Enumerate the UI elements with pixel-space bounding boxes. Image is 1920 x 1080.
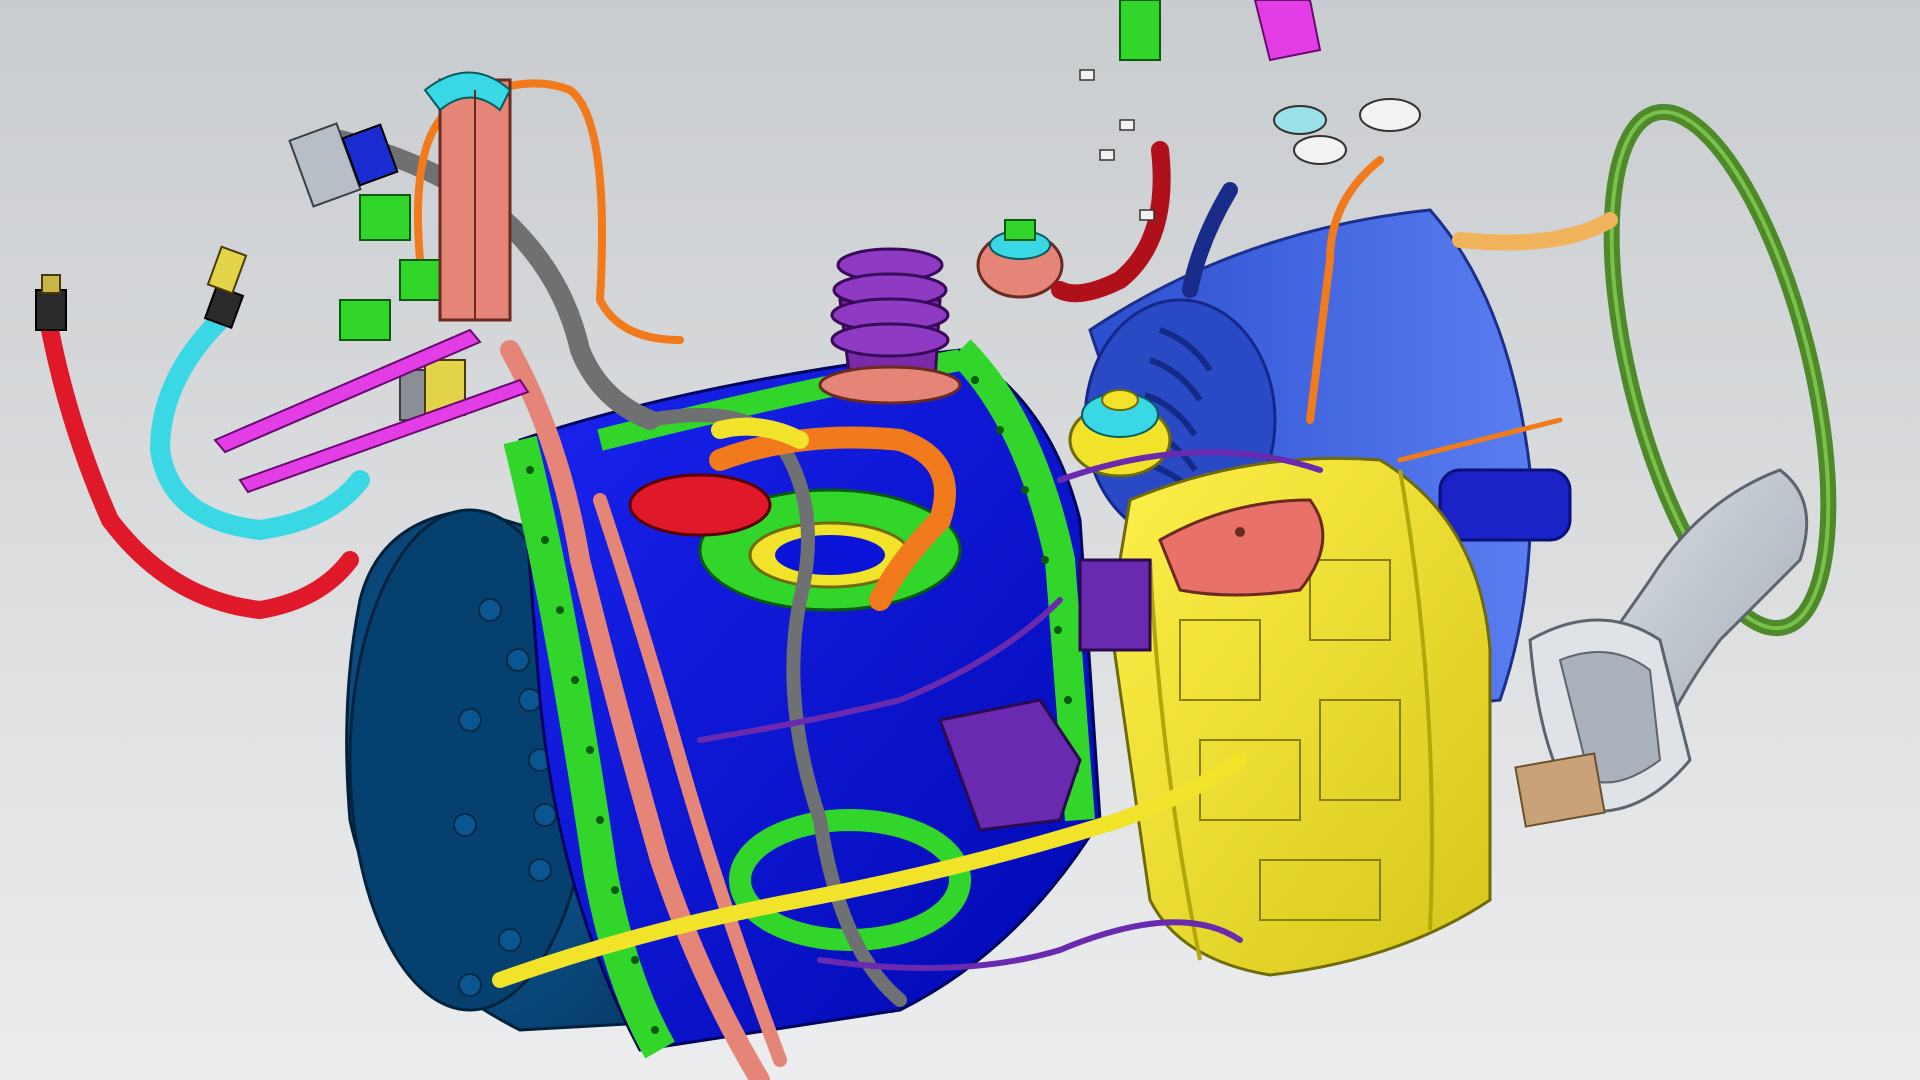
connector-black-left [35,289,67,331]
engine-assembly-model[interactable] [0,0,1920,1080]
cad-3d-viewport[interactable] [0,0,1920,1080]
exhaust-actuator [1438,468,1572,542]
connector-green-2 [339,299,391,341]
connector-green-1 [359,194,411,241]
accessory-gearbox[interactable] [1108,456,1492,977]
casing-port-red [628,473,772,537]
